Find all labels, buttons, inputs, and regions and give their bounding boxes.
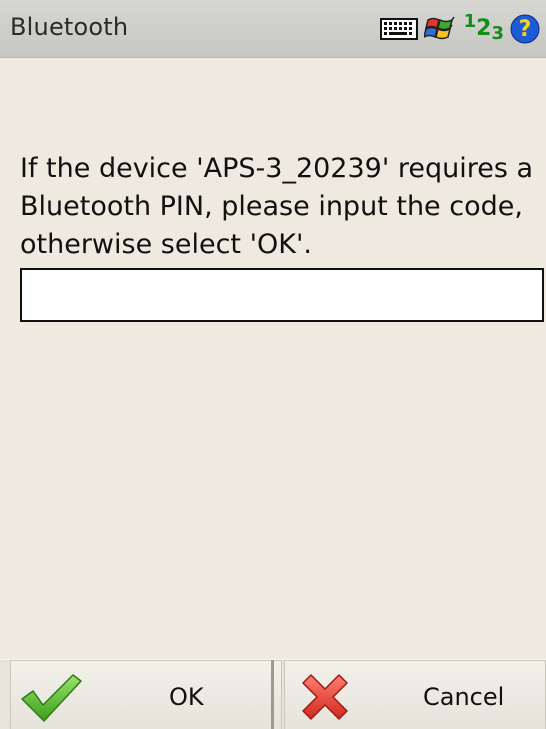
ok-label: OK xyxy=(169,683,204,711)
softkey-divider xyxy=(271,660,274,729)
keyboard-icon[interactable] xyxy=(379,18,418,40)
windows-flag-icon[interactable] xyxy=(423,12,458,46)
softkey-bar: OK Cancel xyxy=(0,659,546,729)
checkmark-icon xyxy=(19,669,83,729)
pin-prompt-message: If the device 'APS-3_20239' requires a B… xyxy=(20,153,534,260)
bluetooth-pin-screen: Bluetooth 1 2 3 ? If the device 'APS-3_2… xyxy=(0,0,546,729)
system-tray: 123 ? xyxy=(379,12,540,46)
ok-button[interactable]: OK xyxy=(10,660,282,729)
title-bar: Bluetooth 1 2 3 ? xyxy=(0,0,546,58)
help-icon[interactable]: ? xyxy=(510,14,540,44)
window-title: Bluetooth xyxy=(10,13,129,41)
cancel-label: Cancel xyxy=(423,683,505,711)
svg-text:?: ? xyxy=(519,17,532,42)
cancel-button[interactable]: Cancel xyxy=(284,660,546,729)
input-mode-digit-1: 1 xyxy=(463,11,477,32)
pin-input[interactable] xyxy=(20,268,544,322)
input-mode-digit-3: 3 xyxy=(491,23,504,44)
input-mode-digit-2: 2 xyxy=(476,16,492,41)
input-mode-icon[interactable]: 123 xyxy=(464,13,504,44)
cross-icon xyxy=(297,669,353,729)
